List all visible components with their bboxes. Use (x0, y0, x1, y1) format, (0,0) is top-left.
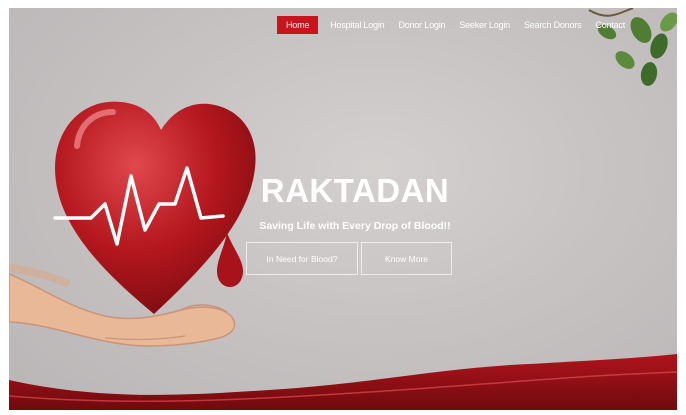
nav-seeker-login[interactable]: Seeker Login (459, 16, 510, 34)
nav-contact[interactable]: Contact (595, 16, 625, 34)
hero-title: RAKTADAN (260, 172, 450, 209)
hero-subtitle: Saving Life with Every Drop of Blood!! (259, 220, 451, 232)
need-blood-button[interactable]: In Need for Blood? (246, 242, 358, 275)
nav-home[interactable]: Home (277, 16, 319, 34)
main-nav: Home Hospital Login Donor Login Seeker L… (277, 16, 639, 34)
hero-section: Home Hospital Login Donor Login Seeker L… (9, 8, 677, 410)
nav-search-donors[interactable]: Search Donors (524, 16, 582, 34)
know-more-button[interactable]: Know More (361, 242, 452, 275)
nav-donor-login[interactable]: Donor Login (398, 16, 445, 34)
nav-hospital-login[interactable]: Hospital Login (330, 16, 384, 34)
